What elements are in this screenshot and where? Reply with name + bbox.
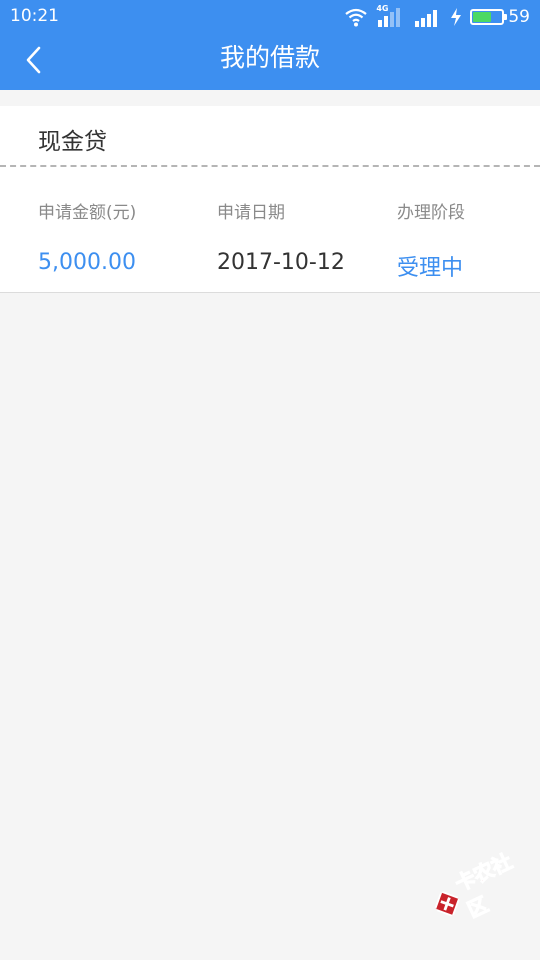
charging-icon bbox=[451, 8, 462, 26]
dashed-divider bbox=[0, 165, 540, 167]
battery-level: 59 bbox=[508, 7, 530, 27]
battery-icon bbox=[470, 9, 508, 25]
stage-label: 办理阶段 bbox=[397, 203, 465, 223]
signal-4g-icon: 4G bbox=[376, 4, 406, 28]
loan-card[interactable]: 现金贷 申请金额(元) 申请日期 办理阶段 5,000.00 2017-10-1… bbox=[0, 106, 540, 293]
status-icons: 4G 59 bbox=[336, 4, 530, 29]
amount-label: 申请金额(元) bbox=[38, 203, 137, 223]
title-bar: 我的借款 bbox=[0, 34, 540, 90]
app-bar: 10:21 4G 59 我的借款 bbox=[0, 0, 540, 90]
status-time: 10:21 bbox=[10, 6, 59, 26]
wifi-icon bbox=[345, 8, 368, 27]
signal-icon bbox=[415, 10, 438, 27]
watermark: 卡农社区 bbox=[424, 839, 540, 936]
stage-value[interactable]: 受理中 bbox=[397, 250, 463, 282]
status-bar: 10:21 4G 59 bbox=[0, 0, 540, 34]
amount-value: 5,000.00 bbox=[38, 250, 136, 275]
date-label: 申请日期 bbox=[217, 203, 285, 223]
page-title: 我的借款 bbox=[219, 43, 320, 72]
battery-fill bbox=[473, 12, 492, 22]
loan-type-title: 现金贷 bbox=[38, 129, 107, 155]
date-value: 2017-10-12 bbox=[217, 250, 345, 275]
